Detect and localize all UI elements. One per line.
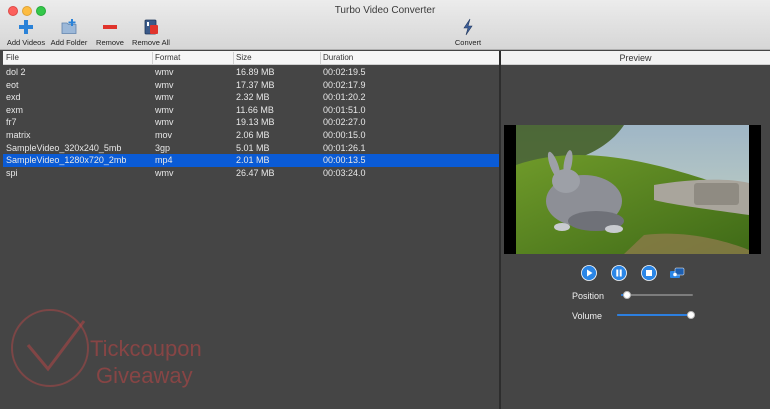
remove-button[interactable]: Remove xyxy=(92,18,128,47)
column-header-file[interactable]: File xyxy=(6,53,19,62)
remove-all-label: Remove All xyxy=(132,38,170,47)
volume-slider-fill xyxy=(617,314,691,316)
size-cell: 2.32 MB xyxy=(236,92,270,103)
table-row[interactable]: eot wmv 17.37 MB 00:02:17.9 xyxy=(3,79,499,92)
remove-all-button[interactable]: Remove All xyxy=(130,18,172,47)
size-cell: 2.01 MB xyxy=(236,155,270,166)
play-icon[interactable] xyxy=(581,265,597,281)
column-header-duration[interactable]: Duration xyxy=(323,53,353,62)
format-cell: mov xyxy=(155,130,173,140)
size-cell: 26.47 MB xyxy=(236,167,275,178)
video-preview xyxy=(504,125,761,254)
remove-label: Remove xyxy=(96,38,124,47)
table-row[interactable]: SampleVideo_320x240_5mb 3gp 5.01 MB 00:0… xyxy=(3,142,499,155)
duration-cell: 00:00:15.0 xyxy=(323,130,366,140)
file-name-cell: matrix xyxy=(6,130,31,140)
plus-icon xyxy=(19,20,33,34)
stop-icon[interactable] xyxy=(641,265,657,281)
format-cell: mp4 xyxy=(155,155,173,166)
format-cell: wmv xyxy=(155,117,174,128)
add-folder-button[interactable]: Add Folder xyxy=(49,18,89,47)
add-videos-label: Add Videos xyxy=(6,38,46,47)
file-name-cell: dol 2 xyxy=(6,67,26,77)
title-bar: Turbo Video Converter Add Videos Add Fol… xyxy=(0,0,770,50)
column-header-format[interactable]: Format xyxy=(155,53,180,62)
folder-add-icon xyxy=(61,19,77,34)
table-row[interactable]: exd wmv 2.32 MB 00:01:20.2 xyxy=(3,91,499,104)
preview-title: Preview xyxy=(501,51,770,65)
position-label: Position xyxy=(572,291,605,301)
duration-cell: 00:01:51.0 xyxy=(323,104,366,115)
watermark-line-1: Tickcoupon xyxy=(90,336,202,361)
add-folder-label: Add Folder xyxy=(50,38,88,47)
size-cell: 11.66 MB xyxy=(236,104,274,115)
snapshot-icon[interactable] xyxy=(669,265,685,281)
file-list-header: File Format Size Duration xyxy=(3,51,499,65)
table-row[interactable]: matrix mov 2.06 MB 00:00:15.0 xyxy=(3,129,499,142)
duration-cell: 00:02:17.9 xyxy=(323,79,366,90)
duration-cell: 00:00:13.5 xyxy=(323,155,366,166)
format-cell: 3gp xyxy=(155,142,171,153)
position-slider-thumb[interactable] xyxy=(622,291,631,299)
table-row[interactable]: fr7 wmv 19.13 MB 00:02:27.0 xyxy=(3,116,499,129)
format-cell: wmv xyxy=(155,104,174,115)
volume-label: Volume xyxy=(572,311,603,321)
minus-icon xyxy=(103,25,117,29)
watermark: Tickcoupon Giveaway xyxy=(8,303,233,403)
size-cell: 17.37 MB xyxy=(236,79,275,90)
table-row[interactable]: exm wmv 11.66 MB 00:01:51.0 xyxy=(3,104,499,117)
pause-icon[interactable] xyxy=(611,265,627,281)
volume-slider-thumb[interactable] xyxy=(687,311,695,319)
column-header-size[interactable]: Size xyxy=(236,53,252,62)
format-cell: wmv xyxy=(155,92,174,103)
size-cell: 2.06 MB xyxy=(236,130,270,140)
format-cell: wmv xyxy=(155,67,174,77)
file-name-cell: SampleVideo_1280x720_2mb xyxy=(6,155,127,166)
duration-cell: 00:01:26.1 xyxy=(323,142,366,153)
volume-slider[interactable] xyxy=(617,311,695,319)
file-name-cell: spi xyxy=(6,167,18,178)
add-videos-button[interactable]: Add Videos xyxy=(6,18,46,47)
duration-cell: 00:02:27.0 xyxy=(323,117,366,128)
column-divider[interactable] xyxy=(233,52,234,64)
table-row-selected[interactable]: SampleVideo_1280x720_2mb mp4 2.01 MB 00:… xyxy=(3,154,499,167)
trash-icon xyxy=(144,19,158,35)
position-slider[interactable] xyxy=(621,291,693,299)
preview-panel: Preview Position Volume xyxy=(501,51,770,409)
format-cell: wmv xyxy=(155,79,174,90)
size-cell: 5.01 MB xyxy=(236,142,270,153)
format-cell: wmv xyxy=(155,167,174,178)
duration-cell: 00:01:20.2 xyxy=(323,92,366,103)
duration-cell: 00:02:19.5 xyxy=(323,67,366,77)
column-divider[interactable] xyxy=(152,52,153,64)
file-name-cell: eot xyxy=(6,79,19,90)
file-name-cell: fr7 xyxy=(6,117,17,128)
column-divider[interactable] xyxy=(320,52,321,64)
duration-cell: 00:03:24.0 xyxy=(323,167,366,178)
video-frame-image xyxy=(516,125,749,254)
convert-label: Convert xyxy=(454,38,482,47)
table-row[interactable]: spi wmv 26.47 MB 00:03:24.0 xyxy=(3,167,499,180)
size-cell: 19.13 MB xyxy=(236,117,275,128)
file-name-cell: exd xyxy=(6,92,21,103)
app-window: Turbo Video Converter Add Videos Add Fol… xyxy=(0,0,770,409)
lightning-icon xyxy=(463,18,473,36)
watermark-line-2: Giveaway xyxy=(96,363,193,388)
window-title: Turbo Video Converter xyxy=(334,5,436,16)
table-row[interactable]: dol 2 wmv 16.89 MB 00:02:19.5 xyxy=(3,66,499,79)
file-name-cell: exm xyxy=(6,104,24,115)
size-cell: 16.89 MB xyxy=(236,67,275,77)
file-name-cell: SampleVideo_320x240_5mb xyxy=(6,142,122,153)
convert-button[interactable]: Convert xyxy=(452,18,484,47)
